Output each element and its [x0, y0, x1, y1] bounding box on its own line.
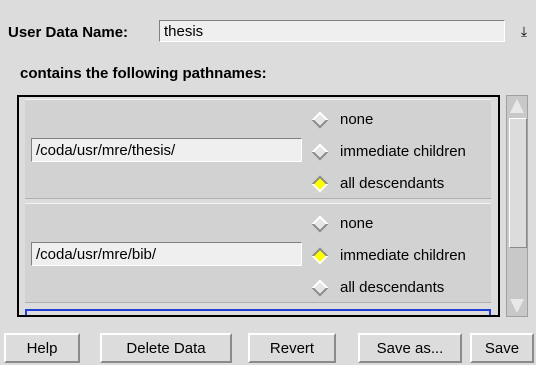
radio-diamond-icon — [311, 279, 329, 297]
user-data-name-field[interactable]: thesis — [159, 20, 505, 42]
pathname-list: /coda/usr/mre/thesis/ none immediate chi… — [17, 95, 500, 317]
pathname-field[interactable]: /coda/usr/mre/thesis/ — [31, 138, 302, 162]
dropdown-arrow-icon[interactable]: ⤓ — [513, 20, 535, 42]
scroll-up-arrow-icon[interactable] — [510, 99, 524, 113]
pathname-entry: /coda/usr/mre/bib/ none immediate childr… — [25, 203, 491, 303]
radio-diamond-icon — [311, 175, 329, 193]
pathname-entry-partial[interactable] — [25, 309, 491, 315]
save-button[interactable]: Save — [470, 333, 534, 363]
scrollbar-thumb[interactable] — [509, 118, 527, 248]
contains-pathnames-label: contains the following pathnames: — [20, 65, 267, 82]
radio-option-label: immediate children — [340, 143, 466, 160]
radio-diamond-icon — [311, 143, 329, 161]
delete-data-button[interactable]: Delete Data — [100, 333, 232, 363]
scroll-down-arrow-icon[interactable] — [510, 299, 524, 313]
pathname-entry: /coda/usr/mre/thesis/ none immediate chi… — [25, 99, 491, 199]
radio-diamond-icon — [311, 247, 329, 265]
user-data-name-label: User Data Name: — [8, 24, 129, 41]
radio-diamond-icon — [311, 215, 329, 233]
radio-option-label: all descendants — [340, 175, 445, 192]
radio-option-label: none — [340, 111, 374, 128]
pathname-field[interactable]: /coda/usr/mre/bib/ — [31, 242, 302, 266]
revert-button[interactable]: Revert — [248, 333, 336, 363]
radio-option-label: immediate children — [340, 247, 466, 264]
radio-diamond-icon — [311, 111, 329, 129]
radio-option-label: none — [340, 215, 374, 232]
radio-option-label: all descendants — [340, 279, 445, 296]
save-as-button[interactable]: Save as... — [358, 333, 462, 363]
pathname-list-scrollbar[interactable] — [506, 95, 528, 317]
help-button[interactable]: Help — [4, 333, 80, 363]
